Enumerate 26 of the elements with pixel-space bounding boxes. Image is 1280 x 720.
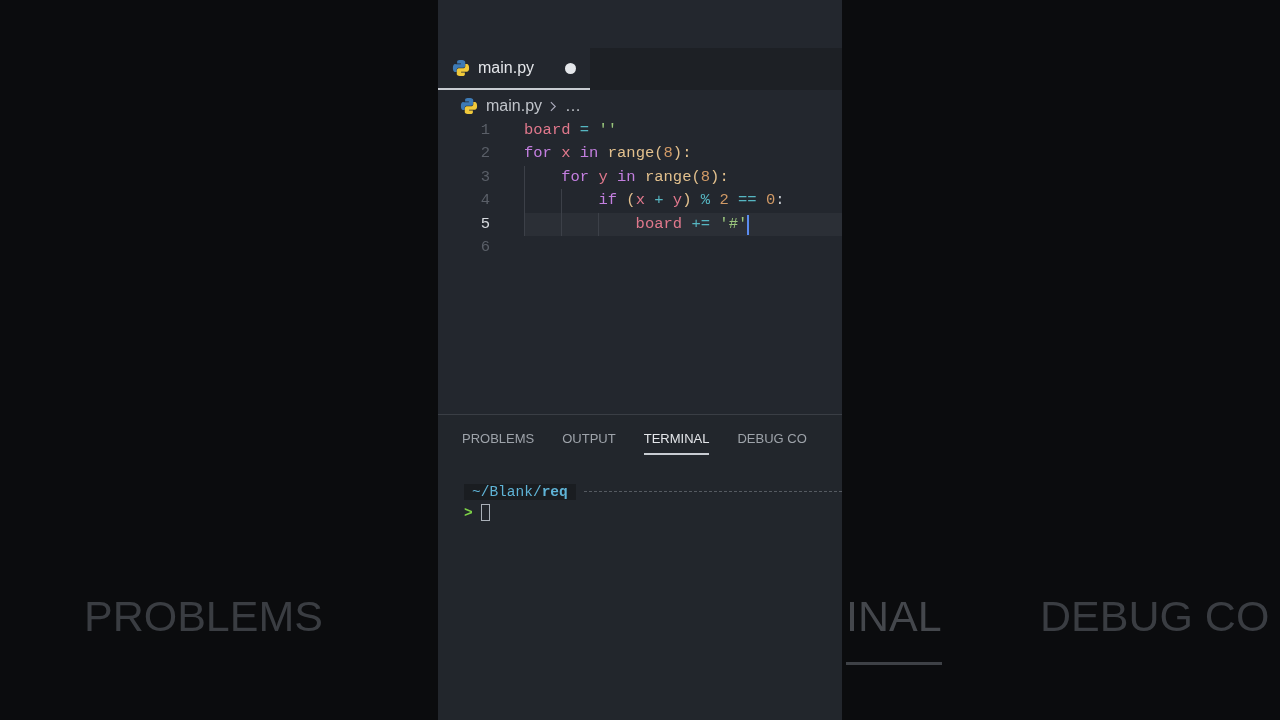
terminal-prompt: > [464,504,473,521]
line-number: 2 [479,143,490,165]
line-number: 5 [479,213,490,235]
line-number: 4 [479,190,490,212]
chevron-icon [550,100,558,112]
python-icon [460,97,478,115]
panel-tab[interactable]: PROBLEMS [462,429,535,455]
code-line: board = '' [524,120,618,141]
terminal-cursor [480,504,490,521]
breadcrumb-item[interactable]: … [565,97,582,115]
line-number: 1 [479,120,490,141]
line-number: 3 [479,166,490,188]
panel-tab[interactable]: DEBUG CO [737,429,807,455]
terminal-path: ~/Blank/req [464,483,576,500]
code-line: board += '#' [634,213,748,235]
code-line: if (x + y) % 2 == 0: [597,190,785,212]
line-number: 6 [479,236,490,258]
editor-tab[interactable]: main.py [438,48,590,90]
code-line: for y in range(8): [560,166,729,188]
panel-tab[interactable]: OUTPUT [562,429,616,455]
panel-tab[interactable]: TERMINAL [643,429,710,455]
code-line: for x in range(8): [524,143,692,165]
breadcrumb-item[interactable]: main.py [486,97,543,115]
text-cursor [747,214,750,235]
python-icon [452,59,470,77]
tab-label: INAL [846,592,942,665]
